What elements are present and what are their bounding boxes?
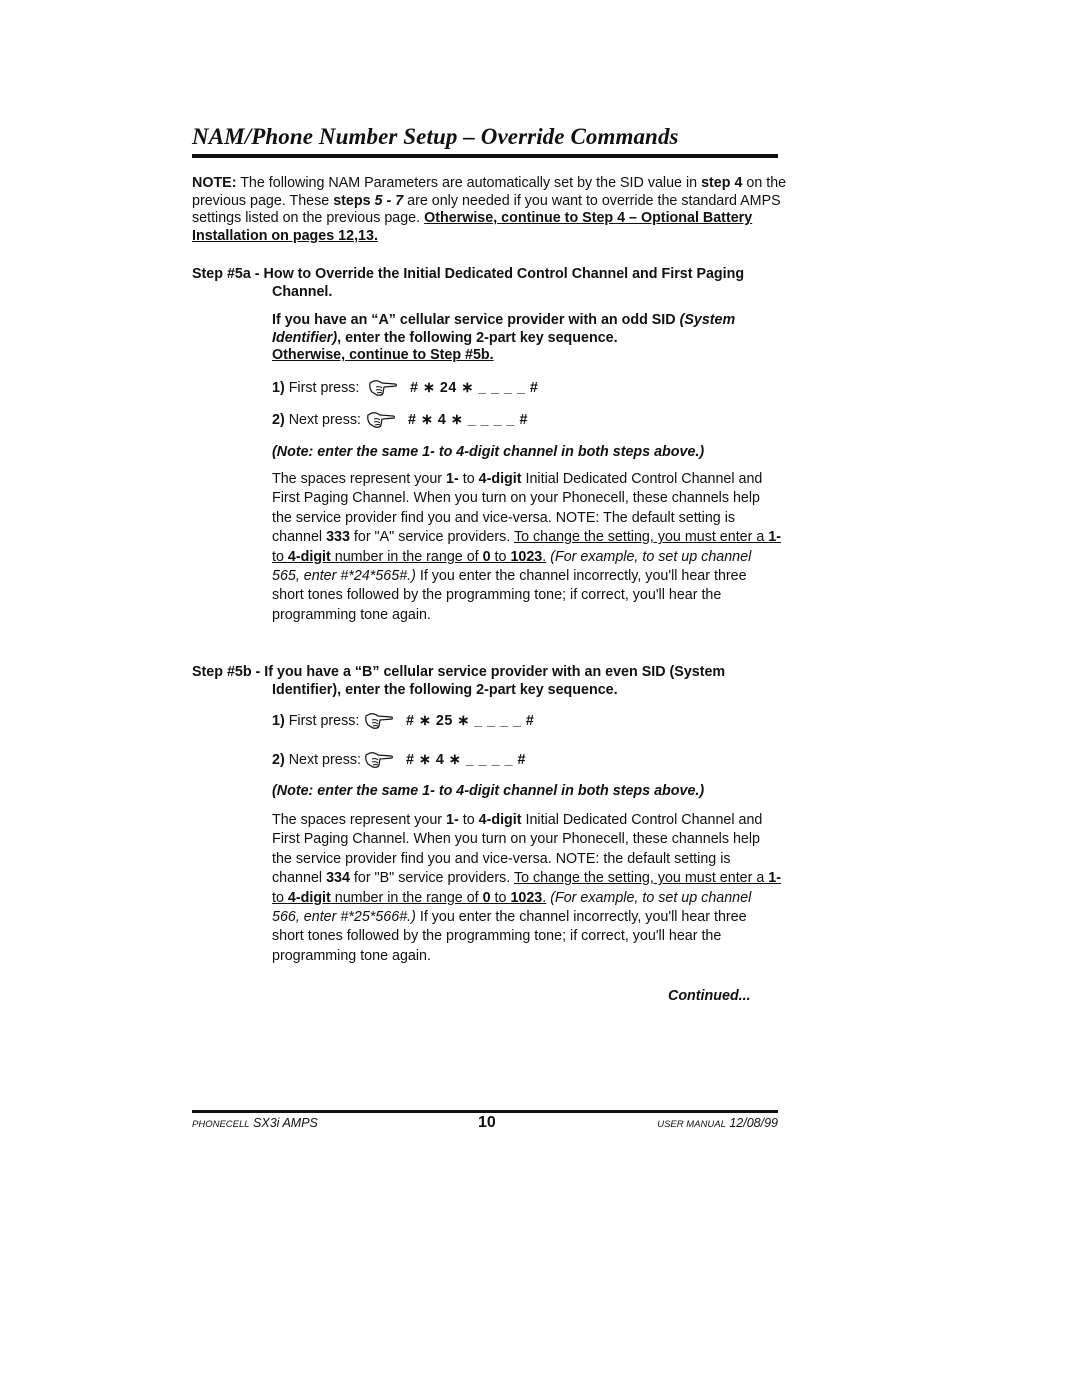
page-title: NAM/Phone Number Setup – Override Comman… <box>192 124 679 149</box>
key-sequence: # ∗ 25 ∗ _ _ _ _ # <box>406 713 535 729</box>
pointing-hand-icon <box>365 752 393 768</box>
key-sequence: # ∗ 4 ∗ _ _ _ _ # <box>408 412 528 428</box>
step-5a-intro: If you have an “A” cellular service prov… <box>272 312 736 364</box>
note-steps-label: steps <box>333 192 375 209</box>
page-number: 10 <box>478 1114 496 1131</box>
step-5b-next-press: 2) Next press: # ∗ 4 ∗ _ _ _ _ # <box>272 752 526 768</box>
step-5a-next-press: 2) Next press: # ∗ 4 ∗ _ _ _ _ # <box>272 412 528 428</box>
step-5b-description: The spaces represent your 1- to 4-digit … <box>272 812 781 964</box>
note-text: The following NAM Parameters are automat… <box>236 175 702 191</box>
note-step-ref: step 4 <box>701 175 743 191</box>
step-5a-same-channel-note: (Note: enter the same 1- to 4-digit chan… <box>272 444 705 460</box>
step-5a-heading: Step #5a - How to Override the Initial D… <box>192 266 745 300</box>
step-5b-heading: Step #5b - If you have a “B” cellular se… <box>192 664 726 698</box>
step-5b-first-press: 1) First press: # ∗ 25 ∗ _ _ _ _ # <box>272 713 535 729</box>
default-channel-b: 334 <box>326 870 350 887</box>
pointing-hand-icon <box>365 713 393 729</box>
title-rule <box>192 154 778 158</box>
footer-rule <box>192 1110 778 1113</box>
key-sequence: # ∗ 4 ∗ _ _ _ _ # <box>406 752 526 768</box>
note-steps-range: 5 - 7 <box>374 192 404 209</box>
footer-product: Phonecell SX3i AMPS <box>192 1116 318 1130</box>
intro-note: NOTE: The following NAM Parameters are a… <box>192 175 792 245</box>
footer-manual-date: User Manual 12/08/99 <box>657 1116 778 1130</box>
otherwise-continue-5b: Otherwise, continue to Step #5b. <box>272 347 494 364</box>
key-sequence: # ∗ 24 ∗ _ _ _ _ # <box>410 380 539 396</box>
note-label: NOTE: <box>192 175 237 191</box>
default-channel-a: 333 <box>326 529 350 546</box>
step-5a-description: The spaces represent your 1- to 4-digit … <box>272 471 781 623</box>
pointing-hand-icon <box>367 412 395 428</box>
step-5b-same-channel-note: (Note: enter the same 1- to 4-digit chan… <box>272 783 705 799</box>
continued-label: Continued... <box>668 988 751 1004</box>
step-5a-first-press: 1) First press: # ∗ 24 ∗ _ _ _ _ # <box>272 380 539 396</box>
pointing-hand-icon <box>369 380 397 396</box>
